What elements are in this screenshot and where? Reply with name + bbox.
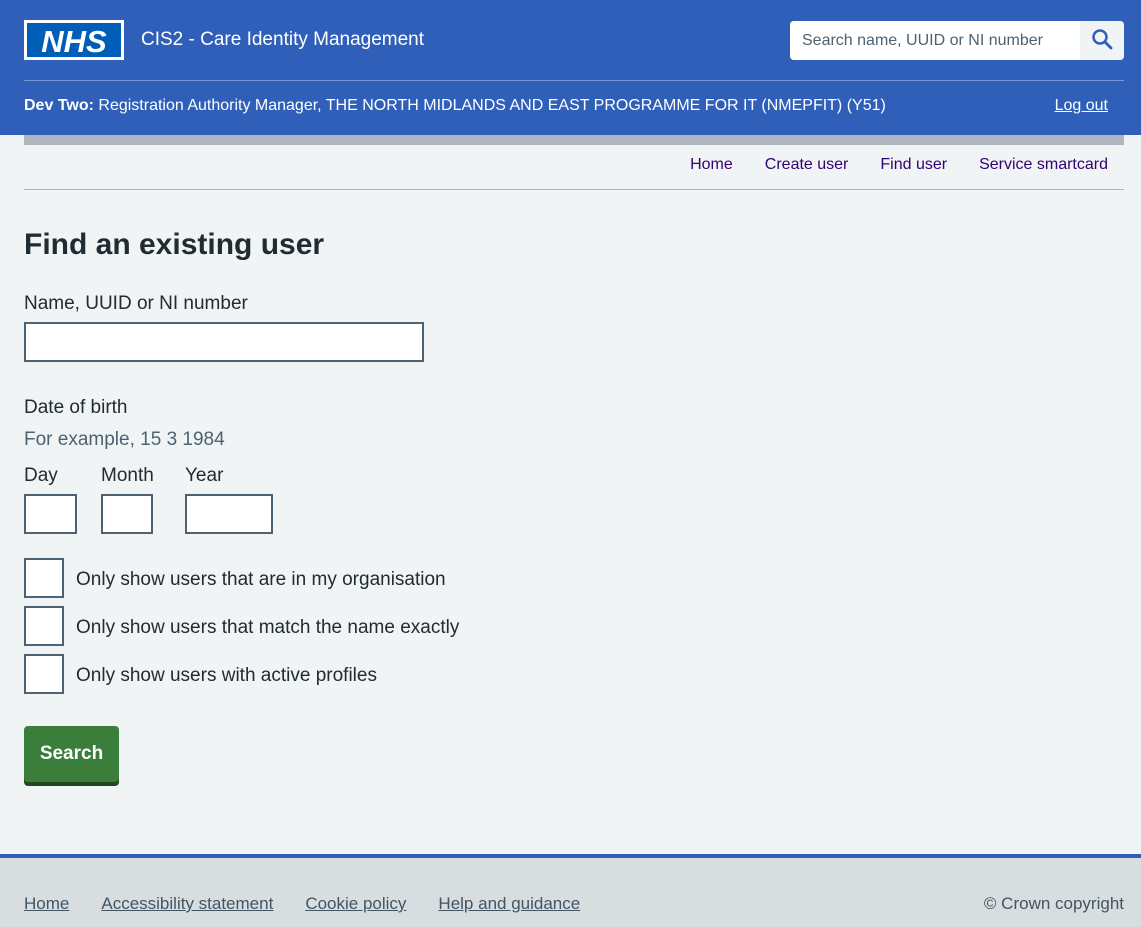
footer-link-home[interactable]: Home xyxy=(24,894,69,914)
dob-year-label: Year xyxy=(185,465,224,486)
copyright-text: © Crown copyright xyxy=(983,894,1124,913)
user-info: Dev Two: Registration Authority Manager,… xyxy=(24,97,886,115)
header-search-input[interactable] xyxy=(790,21,1080,60)
checkbox-active-profiles-label[interactable]: Only show users with active profiles xyxy=(76,665,377,687)
checkbox-my-organisation[interactable] xyxy=(24,558,64,598)
footer-link-accessibility[interactable]: Accessibility statement xyxy=(101,894,273,914)
name-uuid-ni-input[interactable] xyxy=(24,322,424,362)
nhs-logo[interactable]: NHS xyxy=(24,20,124,60)
nav-item-service-smartcard[interactable]: Service smartcard xyxy=(979,156,1108,174)
checkbox-match-name-exactly[interactable] xyxy=(24,606,64,646)
search-icon xyxy=(1091,28,1113,53)
site-footer: Home Accessibility statement Cookie poli… xyxy=(0,854,1141,927)
footer-links: Home Accessibility statement Cookie poli… xyxy=(24,894,580,914)
checkbox-active-profiles[interactable] xyxy=(24,654,64,694)
nav-item-home[interactable]: Home xyxy=(690,156,733,174)
header-divider xyxy=(24,80,1124,81)
site-header: NHS CIS2 - Care Identity Management Dev … xyxy=(0,0,1141,135)
user-name: Dev Two: xyxy=(24,97,94,114)
nav-item-create-user[interactable]: Create user xyxy=(765,156,849,174)
nav-top-bar xyxy=(24,135,1124,145)
footer-link-cookie-policy[interactable]: Cookie policy xyxy=(305,894,406,914)
checkbox-match-name-exactly-label[interactable]: Only show users that match the name exac… xyxy=(76,617,459,639)
dob-day-label: Day xyxy=(24,465,58,486)
footer-link-help-guidance[interactable]: Help and guidance xyxy=(438,894,580,914)
search-submit-button[interactable]: Search xyxy=(24,726,119,782)
checkbox-my-organisation-label[interactable]: Only show users that are in my organisat… xyxy=(76,569,446,591)
user-role: Registration Authority Manager, THE NORT… xyxy=(93,97,886,114)
dob-month-label: Month xyxy=(101,465,154,486)
service-name[interactable]: CIS2 - Care Identity Management xyxy=(141,29,424,51)
name-field-label: Name, UUID or NI number xyxy=(24,293,248,314)
page-title: Find an existing user xyxy=(24,228,325,261)
logout-link[interactable]: Log out xyxy=(1055,97,1108,115)
primary-nav: Home Create user Find user Service smart… xyxy=(690,156,1108,174)
dob-hint: For example, 15 3 1984 xyxy=(24,429,225,450)
dob-label: Date of birth xyxy=(24,397,128,418)
header-search-button[interactable] xyxy=(1080,21,1124,60)
dob-day-input[interactable] xyxy=(24,494,77,534)
nav-divider xyxy=(24,189,1124,190)
dob-month-input[interactable] xyxy=(101,494,153,534)
dob-year-input[interactable] xyxy=(185,494,273,534)
nav-item-find-user[interactable]: Find user xyxy=(880,156,947,174)
logo-text: NHS xyxy=(41,24,107,59)
header-search xyxy=(790,21,1124,60)
